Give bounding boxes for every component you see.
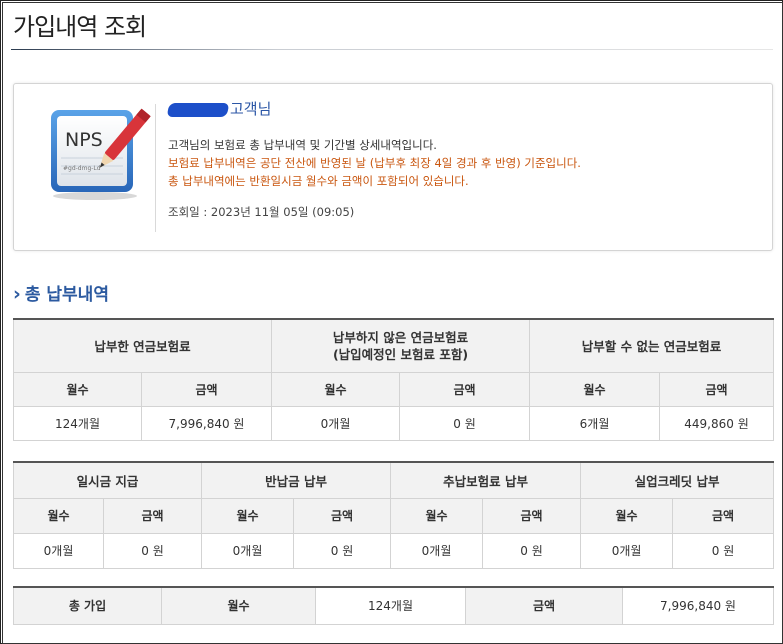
sub-header-amount: 금액 bbox=[482, 497, 582, 534]
info-line-2: 보험료 납부내역은 공단 전산에 반영된 날 (납부후 최장 4일 경과 후 반… bbox=[168, 156, 581, 170]
cell-months: 0개월 bbox=[390, 532, 484, 569]
customer-name-row: 고객님 bbox=[166, 98, 768, 120]
sub-header-months: 월수 bbox=[13, 497, 104, 534]
nps-document-icon: NPS #gd-dmg-Ld bbox=[51, 108, 151, 200]
total-months-label: 월수 bbox=[161, 586, 316, 625]
section-title-text: 총 납부내역 bbox=[24, 285, 109, 305]
payment-table-1: 납부한 연금보험료 납부하지 않은 연금보험료 (납입예정인 보험료 포함) 납… bbox=[12, 318, 775, 441]
sub-header-amount: 금액 bbox=[102, 497, 203, 534]
title-divider bbox=[11, 49, 773, 50]
group-header-credit: 실업크레딧 납부 bbox=[580, 461, 775, 499]
info-line-3: 총 납부내역에는 반환일시금 월수와 금액이 포함되어 있습니다. bbox=[168, 174, 469, 188]
info-divider bbox=[155, 104, 156, 232]
chevron-right-icon: › bbox=[13, 283, 21, 305]
cell-amount: 0 원 bbox=[102, 532, 203, 569]
total-amount-label: 금액 bbox=[465, 586, 623, 625]
sub-header-months: 월수 bbox=[529, 371, 661, 407]
customer-suffix: 고객님 bbox=[230, 100, 272, 118]
total-months-value: 124개월 bbox=[315, 586, 466, 625]
sub-header-months: 월수 bbox=[390, 497, 484, 534]
cell-months: 0개월 bbox=[580, 532, 674, 569]
cell-paid-months: 124개월 bbox=[13, 405, 142, 441]
inquiry-date: 조회일 : 2023년 11월 05일 (09:05) bbox=[168, 205, 355, 219]
sub-header-amount: 금액 bbox=[293, 497, 392, 534]
cell-amount: 0 원 bbox=[672, 532, 775, 569]
sub-header-amount: 금액 bbox=[659, 371, 775, 407]
page-container: 가입내역 조회 NPS #gd-dmg-Ld 고객님 고객님의 보험료 총 납부… bbox=[2, 2, 783, 644]
cell-unpaid-months: 0개월 bbox=[271, 405, 401, 441]
cell-unpaid-amount: 0 원 bbox=[399, 405, 531, 441]
sub-header-months: 월수 bbox=[13, 371, 142, 407]
sub-header-months: 월수 bbox=[271, 371, 401, 407]
table-row: 0개월 0 원 0개월 0 원 0개월 0 원 0개월 0 원 bbox=[13, 532, 775, 569]
svg-text:#gd-dmg-Ld: #gd-dmg-Ld bbox=[63, 165, 101, 172]
sub-header-amount: 금액 bbox=[140, 371, 273, 407]
info-body: 고객님 고객님의 보험료 총 납부내역 및 기간별 상세내역입니다. 보험료 납… bbox=[166, 98, 768, 220]
group-header-additional: 추납보험료 납부 bbox=[390, 461, 582, 499]
cell-paid-amount: 7,996,840 원 bbox=[140, 405, 273, 441]
table-row: 총 가입 월수 124개월 금액 7,996,840 원 bbox=[13, 586, 774, 625]
sub-header-months: 월수 bbox=[201, 497, 295, 534]
group-header-unpayable: 납부할 수 없는 연금보험료 bbox=[529, 318, 775, 373]
window-frame: 가입내역 조회 NPS #gd-dmg-Ld 고객님 고객님의 보험료 총 납부… bbox=[0, 0, 783, 644]
cell-unpayable-months: 6개월 bbox=[529, 405, 661, 441]
info-line-1: 고객님의 보험료 총 납부내역 및 기간별 상세내역입니다. bbox=[168, 138, 437, 152]
cell-months: 0개월 bbox=[13, 532, 104, 569]
total-label: 총 가입 bbox=[13, 586, 162, 625]
sub-header-amount: 금액 bbox=[672, 497, 775, 534]
sub-header-amount: 금액 bbox=[399, 371, 531, 407]
group-header-refund: 반납금 납부 bbox=[201, 461, 392, 499]
total-amount-value: 7,996,840 원 bbox=[622, 586, 774, 625]
table-row: 124개월 7,996,840 원 0개월 0 원 6개월 449,860 원 bbox=[13, 405, 775, 441]
cell-unpayable-amount: 449,860 원 bbox=[659, 405, 775, 441]
section-title: › 총 납부내역 bbox=[13, 280, 109, 305]
payment-table-2: 일시금 지급 반납금 납부 추납보험료 납부 실업크레딧 납부 월수 금액 월수… bbox=[12, 461, 775, 569]
total-enrollment-table: 총 가입 월수 124개월 금액 7,996,840 원 bbox=[13, 586, 774, 625]
group-header-lump-sum: 일시금 지급 bbox=[12, 461, 203, 499]
svg-text:NPS: NPS bbox=[65, 129, 103, 151]
sub-header-months: 월수 bbox=[580, 497, 674, 534]
group-header-unpaid: 납부하지 않은 연금보험료 (납입예정인 보험료 포함) bbox=[271, 318, 531, 373]
cell-months: 0개월 bbox=[201, 532, 295, 569]
cell-amount: 0 원 bbox=[293, 532, 392, 569]
cell-amount: 0 원 bbox=[482, 532, 582, 569]
redacted-name bbox=[166, 102, 230, 117]
customer-info-box: NPS #gd-dmg-Ld 고객님 고객님의 보험료 총 납부내역 및 기간별… bbox=[13, 83, 773, 251]
page-title: 가입내역 조회 bbox=[13, 13, 147, 41]
group-header-paid: 납부한 연금보험료 bbox=[12, 318, 273, 373]
